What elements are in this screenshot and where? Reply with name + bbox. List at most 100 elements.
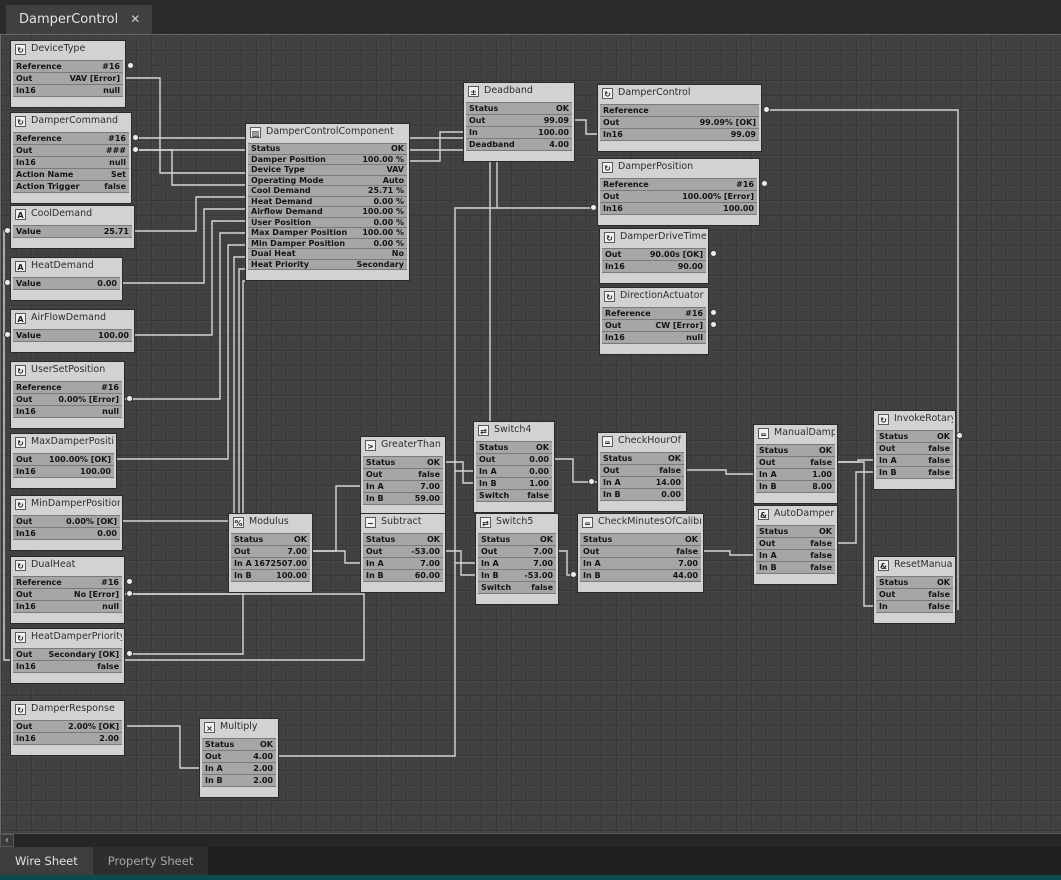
block-title[interactable]: ↻DamperDriveTime bbox=[602, 229, 706, 245]
block-subtract[interactable]: −SubtractStatusOKOut-53.00In A7.00In B60… bbox=[360, 513, 446, 593]
block-switch5[interactable]: ⇄Switch5StatusOKOut7.00In A7.00In B-53.0… bbox=[475, 513, 559, 605]
property-row-out[interactable]: Out100.00% [Error] bbox=[600, 191, 757, 203]
block-dampercontrol[interactable]: ↻DamperControlReferenceOut99.09% [OK]In1… bbox=[597, 84, 762, 152]
property-row-in-a[interactable]: In A1672507.00 bbox=[231, 558, 310, 570]
block-dampercontrolcomponent[interactable]: ▨DamperControlComponentStatusOKDamper Po… bbox=[245, 123, 410, 281]
property-row-in[interactable]: In100.00 bbox=[466, 127, 572, 139]
property-row-out[interactable]: Outfalse bbox=[580, 546, 701, 558]
block-mindamperposition[interactable]: ↻MinDamperPositionOut0.00% [OK]In160.00 bbox=[10, 495, 123, 551]
property-row-status[interactable]: StatusOK bbox=[478, 534, 556, 546]
block-title[interactable]: ±Deadband bbox=[466, 83, 572, 99]
property-row-out[interactable]: Out### bbox=[13, 145, 129, 157]
property-row-value[interactable]: Value0.00 bbox=[13, 278, 120, 290]
block-title[interactable]: ⇄Switch4 bbox=[476, 422, 552, 438]
property-row-in-a[interactable]: In A7.00 bbox=[478, 558, 556, 570]
property-row-in16[interactable]: In16100.00 bbox=[13, 466, 114, 478]
property-row-max-damper-position[interactable]: Max Damper Position100.00 % bbox=[248, 228, 407, 239]
property-row-airflow-demand[interactable]: Airflow Demand100.00 % bbox=[248, 207, 407, 218]
close-icon[interactable]: ✕ bbox=[130, 5, 140, 34]
property-row-in-a[interactable]: In A7.00 bbox=[580, 558, 701, 570]
property-row-out[interactable]: Outfalse bbox=[876, 589, 953, 601]
property-row-value[interactable]: Value100.00 bbox=[13, 330, 132, 342]
property-row-status[interactable]: StatusOK bbox=[363, 534, 443, 546]
property-row-min-damper-position[interactable]: Min Damper Position0.00 % bbox=[248, 239, 407, 250]
property-row-deadband[interactable]: Deadband4.00 bbox=[466, 139, 572, 151]
property-row-status[interactable]: StatusOK bbox=[476, 442, 552, 454]
property-row-dual-heat[interactable]: Dual HeatNo bbox=[248, 249, 407, 260]
block-switch4[interactable]: ⇄Switch4StatusOKOut0.00In A0.00In B1.00S… bbox=[473, 421, 555, 513]
port[interactable] bbox=[132, 146, 139, 153]
property-row-in16[interactable]: In16null bbox=[13, 157, 129, 169]
block-directionactuator[interactable]: ↻DirectionActuatorReference#16OutCW [Err… bbox=[599, 287, 709, 355]
property-row-switch[interactable]: Switchfalse bbox=[478, 582, 556, 594]
property-row-reference[interactable]: Reference#16 bbox=[600, 179, 757, 191]
property-row-in16[interactable]: In16null bbox=[13, 406, 122, 418]
block-title[interactable]: ↻DeviceType bbox=[13, 41, 123, 57]
block-resetmanualc[interactable]: &ResetManualC...StatusOKOutfalseInfalse bbox=[873, 556, 956, 624]
port[interactable] bbox=[710, 321, 717, 328]
property-row-out[interactable]: Outfalse bbox=[876, 443, 953, 455]
port[interactable] bbox=[4, 331, 11, 338]
property-row-status[interactable]: StatusOK bbox=[876, 577, 953, 589]
property-row-status[interactable]: StatusOK bbox=[756, 526, 835, 538]
block-damperdrivetime[interactable]: ↻DamperDriveTimeOut90.00s [OK]In1690.00 bbox=[599, 228, 709, 284]
property-row-in-b[interactable]: In B8.00 bbox=[756, 481, 835, 493]
property-row-reference[interactable]: Reference#16 bbox=[13, 382, 122, 394]
property-row-in16[interactable]: In16100.00 bbox=[600, 203, 757, 215]
property-row-out[interactable]: Out100.00% [OK] bbox=[13, 454, 114, 466]
block-damperposition[interactable]: ↻DamperPositionReference#16Out100.00% [E… bbox=[597, 158, 760, 226]
block-title[interactable]: ↻InvokeRotaryA ... bbox=[876, 411, 953, 427]
block-autodamperc[interactable]: &AutoDamperC ...StatusOKOutfalseIn Afals… bbox=[753, 505, 838, 585]
property-row-in-a[interactable]: In A1.00 bbox=[756, 469, 835, 481]
port[interactable] bbox=[4, 279, 11, 286]
block-title[interactable]: −Subtract bbox=[363, 514, 443, 530]
property-row-status[interactable]: StatusOK bbox=[363, 457, 443, 469]
property-row-in16[interactable]: In16false bbox=[13, 661, 122, 673]
property-row-cool-demand[interactable]: Cool Demand25.71 % bbox=[248, 186, 407, 197]
block-title[interactable]: =CheckMinutesOfCalibration bbox=[580, 514, 701, 530]
block-manualdampe[interactable]: =ManualDampe ...StatusOKOutfalseIn A1.00… bbox=[753, 424, 838, 504]
property-row-in16[interactable]: In160.00 bbox=[13, 528, 120, 540]
port[interactable] bbox=[4, 227, 11, 234]
property-row-switch[interactable]: Switchfalse bbox=[476, 490, 552, 502]
property-row-out[interactable]: OutNo [Error] bbox=[13, 589, 122, 601]
property-row-damper-position[interactable]: Damper Position100.00 % bbox=[248, 155, 407, 166]
block-checkminutesofcalibration[interactable]: =CheckMinutesOfCalibration StatusOKOutfal… bbox=[577, 513, 704, 593]
block-damperresponse[interactable]: ↻DamperResponseOut2.00% [OK]In162.00 bbox=[10, 700, 125, 756]
block-title[interactable]: AHeatDemand bbox=[13, 258, 120, 274]
block-title[interactable]: ↻UserSetPosition bbox=[13, 362, 122, 378]
port[interactable] bbox=[956, 432, 963, 439]
property-row-out[interactable]: OutVAV [Error] bbox=[13, 73, 123, 85]
scroll-left-icon[interactable]: ‹ bbox=[0, 834, 14, 847]
property-row-out[interactable]: Outfalse bbox=[363, 469, 443, 481]
block-invokerotarya[interactable]: ↻InvokeRotaryA ...StatusOKOutfalseIn Afa… bbox=[873, 410, 956, 490]
property-row-status[interactable]: StatusOK bbox=[600, 453, 684, 465]
block-checkhourof[interactable]: =CheckHourOf ...StatusOKOutfalseIn A14.0… bbox=[597, 432, 687, 512]
port[interactable] bbox=[763, 106, 770, 113]
property-row-out[interactable]: Out0.00% [OK] bbox=[13, 516, 120, 528]
property-row-in16[interactable]: In162.00 bbox=[13, 733, 122, 745]
property-row-status[interactable]: StatusOK bbox=[466, 103, 572, 115]
property-row-status[interactable]: StatusOK bbox=[580, 534, 701, 546]
property-row-out[interactable]: Out0.00 bbox=[476, 454, 552, 466]
block-greaterthan[interactable]: >GreaterThanStatusOKOutfalseIn A7.00In B… bbox=[360, 436, 446, 516]
property-row-status[interactable]: StatusOK bbox=[248, 144, 407, 155]
property-row-out[interactable]: Outfalse bbox=[600, 465, 684, 477]
property-row-out[interactable]: Outfalse bbox=[756, 457, 835, 469]
block-title[interactable]: =ManualDampe ... bbox=[756, 425, 835, 441]
block-title[interactable]: ↻MaxDamperPosition bbox=[13, 434, 114, 450]
property-row-action-trigger[interactable]: Action Triggerfalse bbox=[13, 181, 129, 193]
block-usersetposition[interactable]: ↻UserSetPositionReference#16Out0.00% [Er… bbox=[10, 361, 125, 429]
block-title[interactable]: %Modulus bbox=[231, 514, 310, 530]
block-dualheat[interactable]: ↻DualHeatReference#16OutNo [Error]In16nu… bbox=[10, 556, 125, 624]
port[interactable] bbox=[761, 180, 768, 187]
property-row-in-a[interactable]: In A14.00 bbox=[600, 477, 684, 489]
property-row-out[interactable]: OutCW [Error] bbox=[602, 320, 706, 332]
property-row-in-b[interactable]: In B0.00 bbox=[600, 489, 684, 501]
property-row-in[interactable]: Infalse bbox=[876, 601, 953, 613]
block-title[interactable]: ⇄Switch5 bbox=[478, 514, 556, 530]
tab-wire-sheet[interactable]: Wire Sheet bbox=[0, 847, 93, 875]
block-devicetype[interactable]: ↻DeviceTypeReference#16OutVAV [Error]In1… bbox=[10, 40, 126, 108]
property-row-out[interactable]: Out90.00s [OK] bbox=[602, 249, 706, 261]
tab-property-sheet[interactable]: Property Sheet bbox=[93, 847, 209, 875]
